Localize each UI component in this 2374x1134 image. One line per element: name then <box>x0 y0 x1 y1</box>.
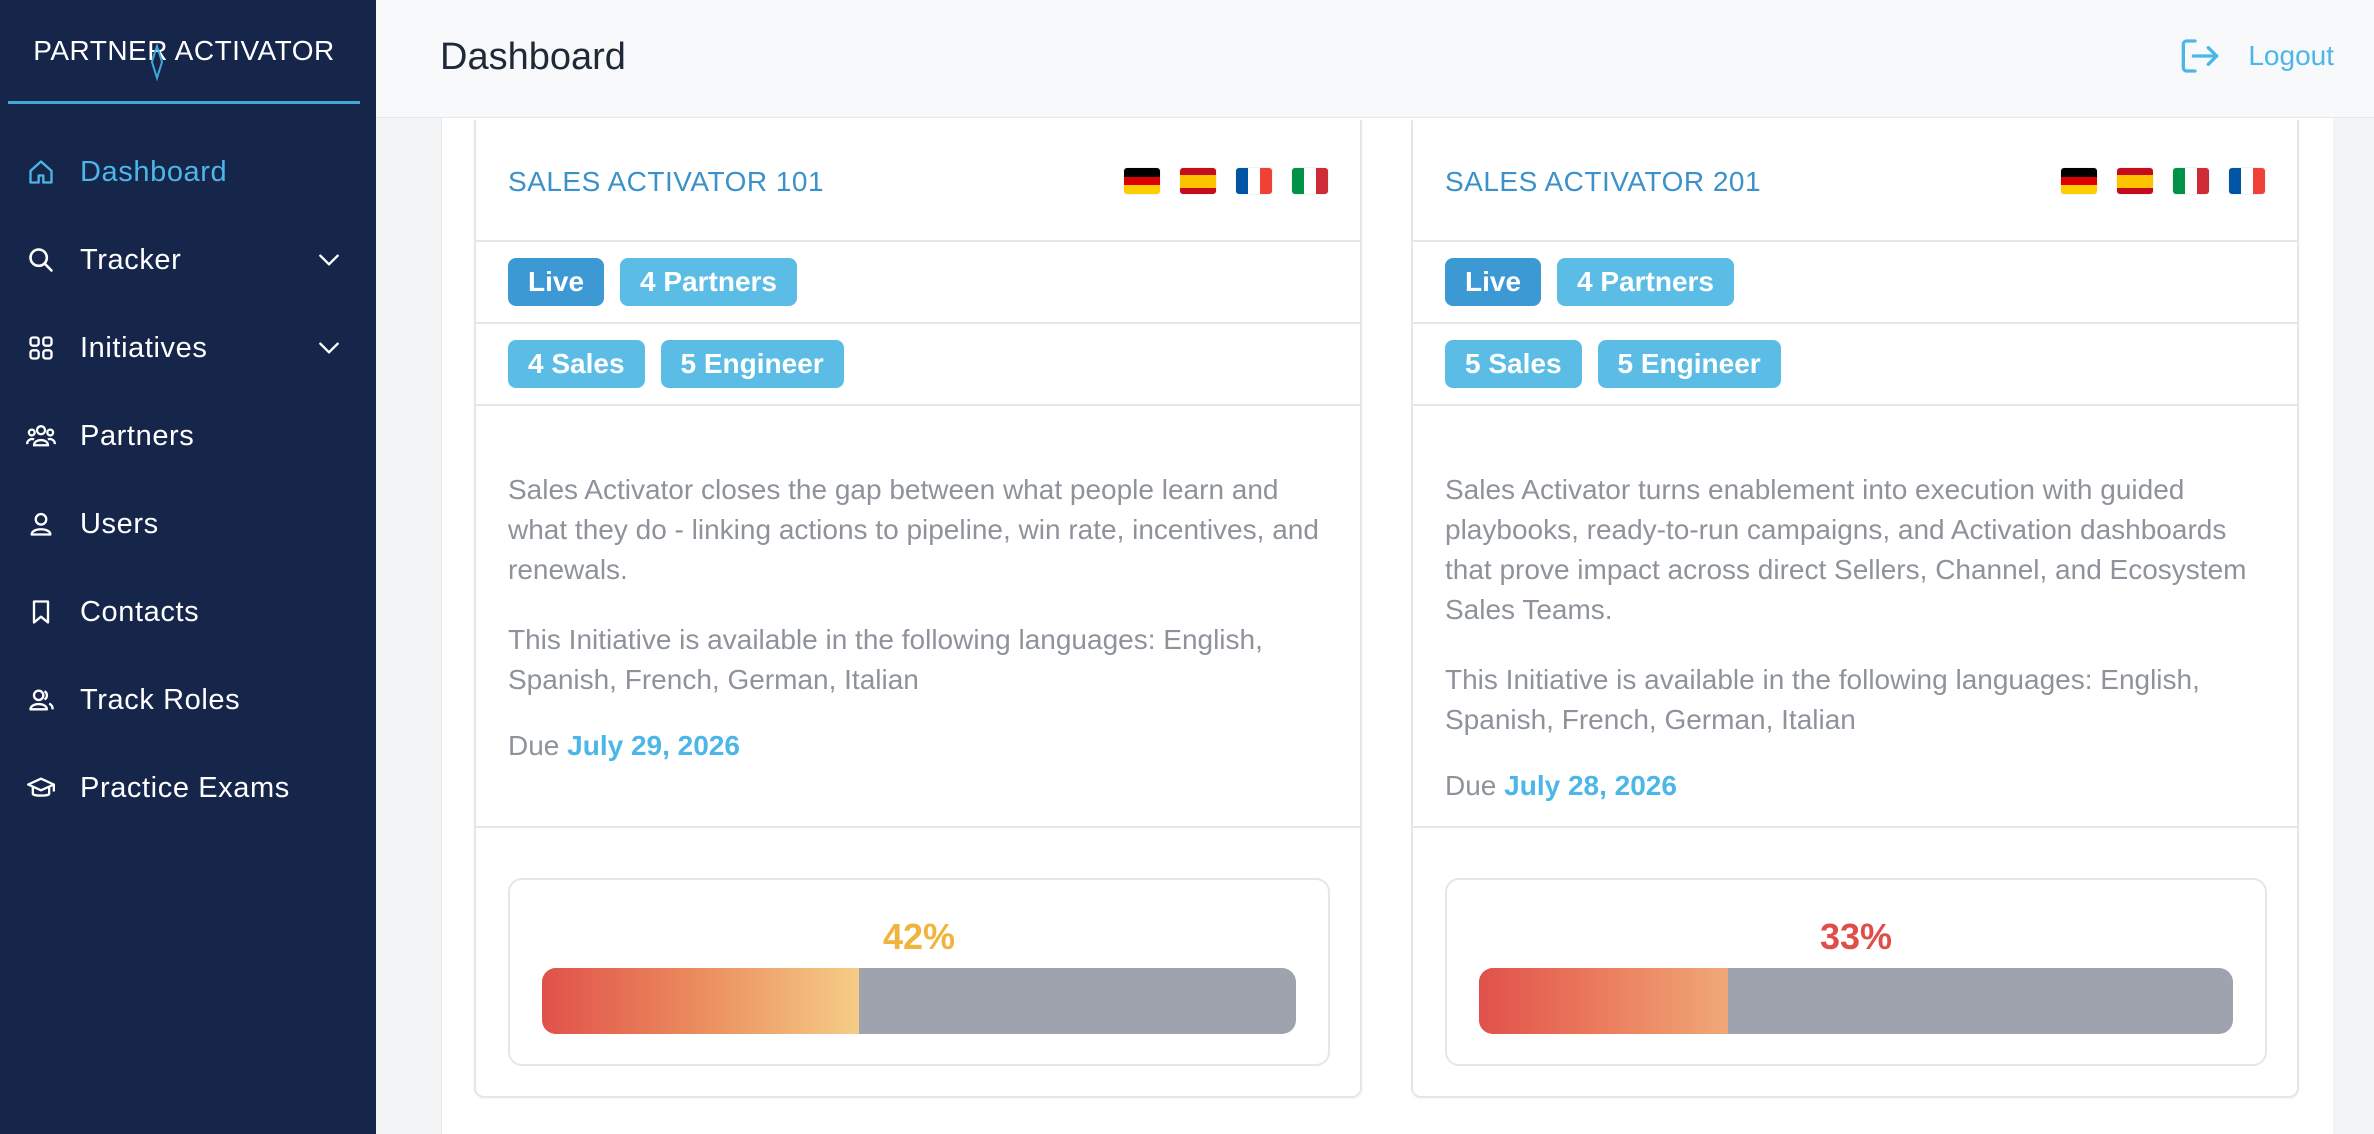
graduation-cap-icon <box>26 773 56 803</box>
card-body: Sales Activator turns enablement into ex… <box>1413 406 2297 828</box>
progress-panel: 33% <box>1445 878 2267 1066</box>
sidebar-item-label: Dashboard <box>80 155 228 188</box>
sidebar: PARTNER ACTIVATOR Dashboard Tracker Init… <box>0 0 376 1134</box>
germany-flag-icon <box>1124 168 1160 194</box>
spain-flag-icon <box>1180 168 1216 194</box>
roles-row: 4 Sales 5 Engineer <box>476 324 1360 406</box>
sidebar-nav: Dashboard Tracker Initiatives Partners U… <box>0 128 376 832</box>
partners-badge: 4 Partners <box>1557 258 1734 306</box>
sidebar-item-label: Initiatives <box>80 331 208 364</box>
initiative-card: SALES ACTIVATOR 101 Live 4 Partners 4 Sa… <box>474 120 1362 1098</box>
france-flag-icon <box>1236 168 1272 194</box>
card-body: Sales Activator closes the gap between w… <box>476 406 1360 828</box>
due-date: Due July 29, 2026 <box>508 730 1328 762</box>
due-prefix: Due <box>508 730 560 761</box>
sidebar-item-initiatives[interactable]: Initiatives <box>0 304 376 392</box>
logout-button[interactable]: Logout <box>2178 36 2334 76</box>
roles-row: 5 Sales 5 Engineer <box>1413 324 2297 406</box>
grid-icon <box>26 333 56 363</box>
due-date-value: July 29, 2026 <box>567 730 740 761</box>
sidebar-item-label: Partners <box>80 419 195 452</box>
card-languages: This Initiative is available in the foll… <box>508 624 1263 695</box>
sidebar-item-partners[interactable]: Partners <box>0 392 376 480</box>
sidebar-item-label: Track Roles <box>80 683 241 716</box>
progress-bar-fill <box>542 968 859 1034</box>
logout-icon <box>2182 39 2219 73</box>
card-title[interactable]: SALES ACTIVATOR 101 <box>508 166 824 198</box>
bookmark-icon <box>26 597 56 627</box>
partners-badge: 4 Partners <box>620 258 797 306</box>
due-prefix: Due <box>1445 770 1497 801</box>
italy-flag-icon <box>2173 168 2209 194</box>
card-description: Sales Activator closes the gap between w… <box>508 474 1319 585</box>
progress-panel: 42% <box>508 878 1330 1066</box>
card-header: SALES ACTIVATOR 101 <box>476 120 1360 242</box>
progress-bar <box>1479 968 2233 1034</box>
sidebar-item-label: Tracker <box>80 243 182 276</box>
group-icon <box>26 421 56 451</box>
sidebar-item-track-roles[interactable]: Track Roles <box>0 656 376 744</box>
sidebar-item-label: Practice Exams <box>80 771 290 804</box>
logout-label: Logout <box>2248 40 2334 71</box>
chevron-down-icon <box>319 342 339 354</box>
germany-flag-icon <box>2061 168 2097 194</box>
italy-flag-icon <box>1292 168 1328 194</box>
language-flags <box>1124 168 1328 194</box>
sales-badge: 4 Sales <box>508 340 645 388</box>
status-row: Live 4 Partners <box>476 242 1360 324</box>
due-date-value: July 28, 2026 <box>1504 770 1677 801</box>
sidebar-item-tracker[interactable]: Tracker <box>0 216 376 304</box>
card-header: SALES ACTIVATOR 201 <box>1413 120 2297 242</box>
page-title: Dashboard <box>440 36 626 78</box>
sidebar-item-users[interactable]: Users <box>0 480 376 568</box>
spain-flag-icon <box>2117 168 2153 194</box>
progress-bar <box>542 968 1296 1034</box>
progress-bar-fill <box>1479 968 1728 1034</box>
due-date: Due July 28, 2026 <box>1445 770 2265 802</box>
engineer-badge: 5 Engineer <box>1597 340 1781 388</box>
france-flag-icon <box>2229 168 2265 194</box>
card-languages: This Initiative is available in the foll… <box>1445 664 2200 735</box>
progress-percent: 33% <box>1819 916 1893 957</box>
sidebar-item-label: Contacts <box>80 595 200 628</box>
chevron-down-icon <box>319 254 339 266</box>
card-title[interactable]: SALES ACTIVATOR 201 <box>1445 166 1761 198</box>
search-icon <box>26 245 56 275</box>
language-flags <box>2061 168 2265 194</box>
brand-logo[interactable]: PARTNER ACTIVATOR <box>8 0 360 104</box>
home-icon <box>26 157 56 187</box>
sidebar-item-practice-exams[interactable]: Practice Exams <box>0 744 376 832</box>
users-icon <box>26 685 56 715</box>
initiative-card: SALES ACTIVATOR 201 Live 4 Partners 5 Sa… <box>1411 120 2299 1098</box>
status-badge: Live <box>1445 258 1542 306</box>
sidebar-item-label: Users <box>80 507 159 540</box>
sales-badge: 5 Sales <box>1445 340 1582 388</box>
logo-mark-icon <box>150 44 164 82</box>
card-description: Sales Activator turns enablement into ex… <box>1445 474 2247 625</box>
brand-name: PARTNER ACTIVATOR <box>33 34 335 66</box>
progress-percent: 42% <box>882 916 956 957</box>
engineer-badge: 5 Engineer <box>660 340 844 388</box>
status-row: Live 4 Partners <box>1413 242 2297 324</box>
user-icon <box>26 509 56 539</box>
sidebar-item-dashboard[interactable]: Dashboard <box>0 128 376 216</box>
sidebar-item-contacts[interactable]: Contacts <box>0 568 376 656</box>
status-badge: Live <box>508 258 605 306</box>
top-header: Dashboard Logout <box>376 0 2374 118</box>
